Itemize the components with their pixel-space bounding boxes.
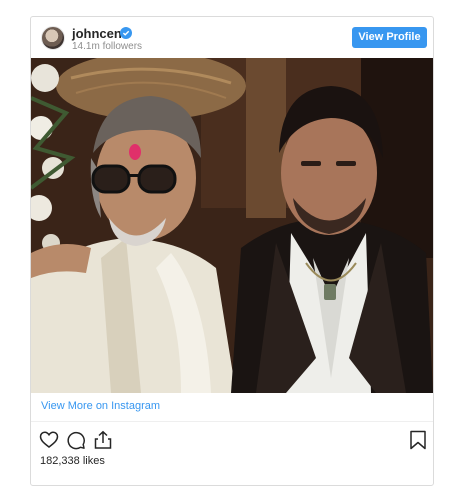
heart-icon[interactable] [39, 430, 59, 450]
follower-count: 14.1m followers [72, 41, 143, 52]
photo-illustration [31, 58, 433, 393]
comment-icon[interactable] [66, 430, 86, 450]
like-count: 182,338 likes [40, 455, 105, 467]
share-icon[interactable] [93, 430, 113, 450]
view-profile-button[interactable]: View Profile [352, 27, 427, 48]
verified-badge-icon [120, 27, 132, 39]
avatar[interactable] [41, 26, 65, 50]
divider [31, 421, 433, 422]
post-header: johncena 14.1m followers View Profile [31, 17, 433, 59]
instagram-embed-card: johncena 14.1m followers View Profile Vi… [30, 16, 434, 486]
view-more-on-instagram-link[interactable]: View More on Instagram [41, 400, 160, 412]
post-photo[interactable] [31, 58, 433, 393]
bookmark-icon[interactable] [409, 430, 427, 450]
